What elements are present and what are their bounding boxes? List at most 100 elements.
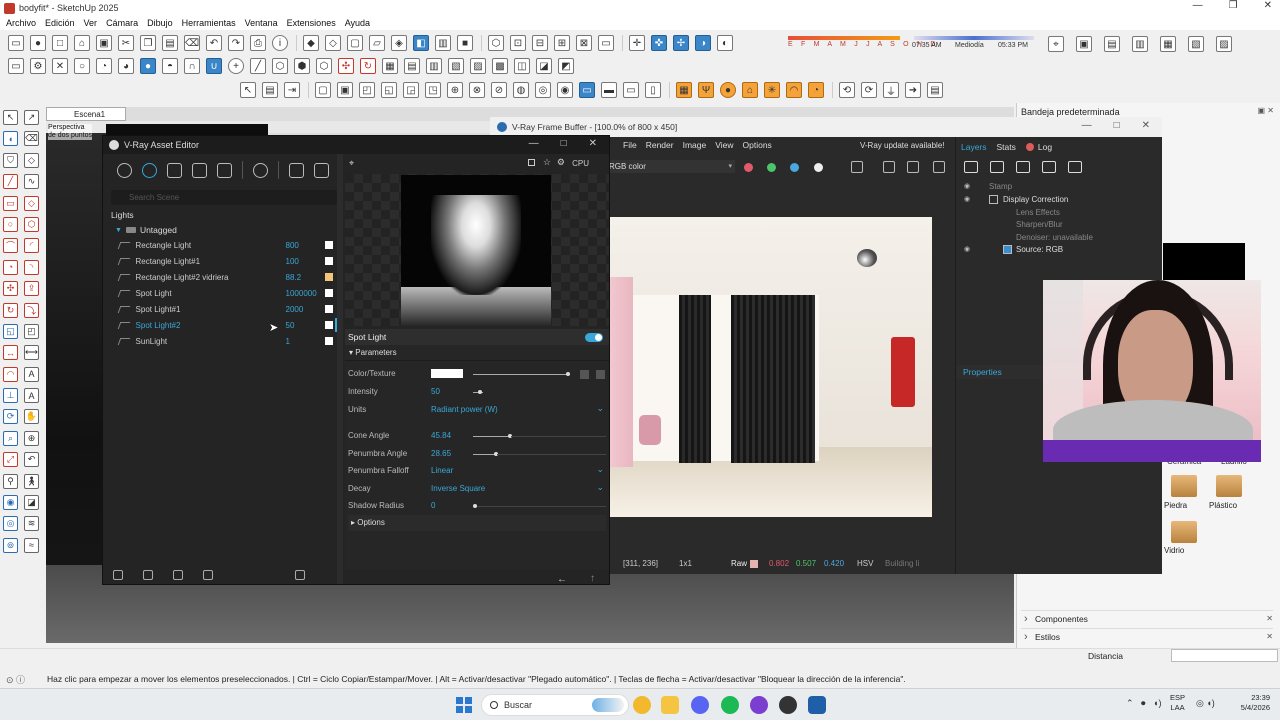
pan-icon[interactable]: ✋ <box>24 409 39 425</box>
units-select[interactable]: Radiant power (W) <box>431 405 498 414</box>
vray-spot-light-icon[interactable]: Ψ <box>698 82 714 98</box>
location-pin-icon[interactable]: ⌖ <box>1048 36 1064 52</box>
mesh-1-icon[interactable]: ▦ <box>382 58 398 74</box>
purge-icon[interactable] <box>295 570 305 580</box>
open-file-icon[interactable] <box>143 570 153 580</box>
back-arrow-icon[interactable]: ← <box>557 574 567 585</box>
chevron-down-icon[interactable]: ⌄ <box>596 403 604 414</box>
preview-scene-icon[interactable]: ☆ <box>543 157 551 168</box>
interactive-render-icon[interactable] <box>907 161 919 173</box>
eraser-2-icon[interactable]: ◇ <box>24 152 39 168</box>
drop-fill-icon[interactable]: ● <box>140 58 156 74</box>
visibility-icon[interactable]: ◉ <box>964 245 970 253</box>
up-arrow-icon[interactable]: ↑ <box>590 573 595 584</box>
preview-stop-icon[interactable] <box>528 159 535 166</box>
rectangle-tool-icon[interactable]: ▭ <box>8 58 24 74</box>
slider-knob[interactable] <box>566 372 570 376</box>
settings-category-icon[interactable] <box>253 162 268 178</box>
preview-settings-icon[interactable]: ⚙ <box>557 157 565 168</box>
vfb-menu-file[interactable]: File <box>623 140 637 150</box>
ext-11-icon[interactable]: ⊗ <box>469 82 485 98</box>
axes-tool-icon[interactable]: ⊥ <box>3 388 18 404</box>
mesh-6-icon[interactable]: ▩ <box>492 58 508 74</box>
mesh-2-icon[interactable]: ▤ <box>404 58 420 74</box>
sandbox-3-icon[interactable]: ⊚ <box>3 537 18 553</box>
rotate-red-icon[interactable]: ↻ <box>360 58 376 74</box>
guides-icon[interactable]: ✢ <box>673 35 689 51</box>
render-icon[interactable] <box>289 162 304 178</box>
back-view-icon[interactable]: ◈ <box>391 35 407 51</box>
textures-category-icon[interactable] <box>217 162 232 178</box>
ext-10-icon[interactable]: ⊕ <box>447 82 463 98</box>
system-tray-icons[interactable]: ⌃ ⏺ ◖) <box>1126 698 1161 709</box>
ae-maximize-button[interactable]: □ <box>561 138 567 149</box>
delete-asset-icon[interactable] <box>203 570 213 580</box>
texture-slot-icon[interactable] <box>580 370 589 379</box>
scene-tab[interactable]: Escena1 <box>46 107 126 121</box>
tray-section-estilos[interactable]: Estilos ✕ <box>1021 628 1273 645</box>
layer-row[interactable]: Denoiser: unavailable <box>956 232 1161 244</box>
chrome-icon[interactable] <box>633 696 651 714</box>
ae-close-button[interactable]: ✕ <box>589 138 597 149</box>
obs-icon[interactable] <box>750 696 768 714</box>
vray-dome-light-icon[interactable]: ◠ <box>786 82 802 98</box>
vray-interactive-icon[interactable]: ◉ <box>557 82 573 98</box>
tab-log[interactable]: Log <box>1025 142 1052 152</box>
mesh-8-icon[interactable]: ◪ <box>536 58 552 74</box>
menu-extensiones[interactable]: Extensiones <box>287 18 336 28</box>
front-view-icon[interactable]: ▢ <box>347 35 363 51</box>
look-around-icon[interactable]: ◉ <box>3 495 18 511</box>
vray-viewport-icon[interactable]: ▬ <box>601 82 617 98</box>
spotify-icon[interactable] <box>721 696 739 714</box>
rotated-rect-icon[interactable]: ◇ <box>24 195 39 211</box>
ext-9-icon[interactable]: ◳ <box>425 82 441 98</box>
windows-start-icon[interactable] <box>456 697 472 713</box>
sandbox-2-icon[interactable]: ≋ <box>24 516 39 532</box>
vray-render-icon[interactable]: ◎ <box>535 82 551 98</box>
line-tool-icon[interactable]: ╱ <box>250 58 266 74</box>
settings-gear-icon[interactable]: ⚙ <box>30 58 46 74</box>
vray-export-icon[interactable]: ➜ <box>905 82 921 98</box>
add-layer-icon[interactable] <box>964 161 978 173</box>
3d-text-icon[interactable]: A <box>24 388 39 404</box>
vray-taskbar-icon[interactable] <box>808 696 826 714</box>
polygon-icon[interactable]: ⬡ <box>24 216 39 232</box>
shadows-icon[interactable]: ◑ <box>695 35 711 51</box>
untagged-group[interactable]: ▼ Untagged <box>115 225 177 235</box>
open-icon[interactable]: ⌂ <box>74 35 90 51</box>
right-view-icon[interactable]: ▱ <box>369 35 385 51</box>
frame-buffer-icon[interactable] <box>314 162 329 178</box>
lights-category-icon[interactable] <box>142 162 157 178</box>
hsv-toggle[interactable]: HSV <box>857 559 873 568</box>
panel-divider[interactable] <box>337 154 343 584</box>
menu-ventana[interactable]: Ventana <box>245 18 278 28</box>
time-slider[interactable] <box>914 36 1034 40</box>
load-layers-icon[interactable] <box>1042 161 1056 173</box>
zoom-window-icon[interactable]: ⊕ <box>24 430 39 446</box>
close-icon[interactable]: ✕ <box>1266 629 1273 645</box>
layout-icon-3[interactable]: ▥ <box>1132 36 1148 52</box>
move-red-icon[interactable]: ✣ <box>338 58 354 74</box>
paste-icon[interactable]: ▤ <box>162 35 178 51</box>
circle-tool-icon[interactable]: ○ <box>74 58 90 74</box>
section-active-icon[interactable]: ⊠ <box>576 35 592 51</box>
parameters-rollout[interactable]: ▾ Parameters <box>345 345 609 361</box>
slider-knob[interactable] <box>478 390 482 394</box>
mesh-7-icon[interactable]: ◫ <box>514 58 530 74</box>
magnet-active-icon[interactable]: ∪ <box>206 58 222 74</box>
close-icon[interactable]: ✕ <box>1266 611 1273 627</box>
vray-cloud-icon[interactable]: ▯ <box>645 82 661 98</box>
tab-stats[interactable]: Stats <box>997 142 1016 152</box>
vray-rect-light-icon[interactable]: ▦ <box>676 82 692 98</box>
light-row-rectangle-light[interactable]: Rectangle Light 800 <box>117 238 333 252</box>
shape-1-icon[interactable]: ⬡ <box>272 58 288 74</box>
new-file-icon[interactable]: ▭ <box>8 35 24 51</box>
arc-3-icon[interactable]: ◝ <box>24 259 39 275</box>
ext-7-icon[interactable]: ◱ <box>381 82 397 98</box>
zoom-icon[interactable]: ⌕ <box>3 430 18 446</box>
redo-icon[interactable]: ↷ <box>228 35 244 51</box>
update-available-link[interactable]: V-Ray update available! <box>860 141 945 150</box>
save-layers-icon[interactable] <box>1016 161 1030 173</box>
vray-sphere-light-icon[interactable]: ● <box>720 82 736 98</box>
scale-icon[interactable]: ◱ <box>3 323 18 339</box>
